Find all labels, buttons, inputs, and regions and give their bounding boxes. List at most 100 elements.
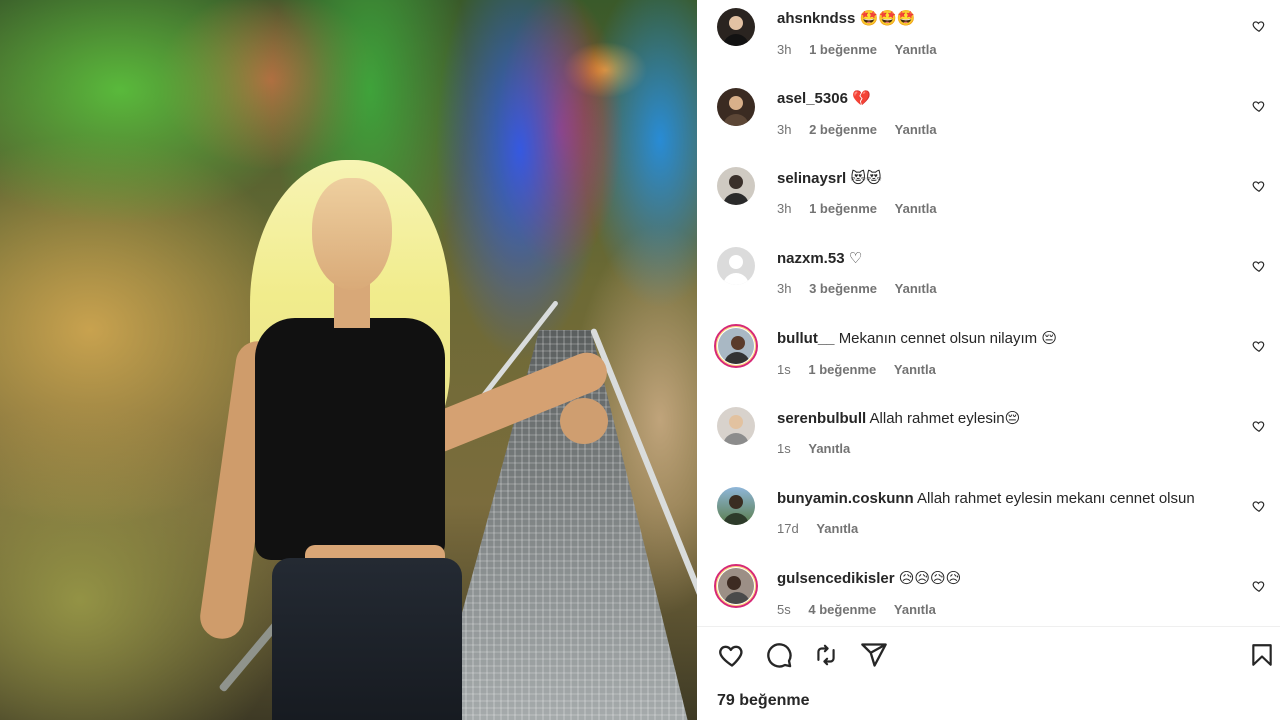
- comment-text: Allah rahmet eylesin: [869, 410, 1005, 427]
- small-heart-icon[interactable]: [1252, 19, 1266, 33]
- comment-meta: 3h 1 beğenme Yanıtla: [777, 42, 951, 58]
- comment-emoji: ♡: [848, 250, 863, 267]
- comment-meta: 1s Yanıtla: [777, 441, 864, 457]
- repost-icon: [817, 644, 835, 666]
- divider: [697, 626, 1280, 627]
- action-bar: [697, 640, 1280, 676]
- comment-item: bunyamin.coskunn Allah rahmet eylesin me…: [697, 480, 1280, 560]
- comment-time: 5s: [777, 602, 791, 617]
- person-jeans: [272, 558, 462, 720]
- repost-button[interactable]: [811, 640, 841, 670]
- avatar[interactable]: [714, 564, 758, 608]
- small-heart-icon[interactable]: [1252, 499, 1266, 513]
- comment-username[interactable]: ahsnkndss: [777, 10, 855, 27]
- small-heart-icon[interactable]: [1252, 339, 1266, 353]
- comment-meta: 3h 2 beğenme Yanıtla: [777, 122, 951, 138]
- comment-emoji: 😻😻: [850, 170, 882, 187]
- avatar[interactable]: [717, 407, 755, 445]
- comment-time: 1s: [777, 441, 791, 456]
- reply-button[interactable]: Yanıtla: [895, 42, 937, 57]
- comment-line: selinaysrl 😻😻: [777, 169, 882, 189]
- likes-count[interactable]: 79 beğenme: [717, 692, 809, 710]
- avatar[interactable]: [717, 167, 755, 205]
- comment-emoji: 😥😥😥😥: [898, 570, 962, 587]
- bookmark-icon: [1252, 644, 1272, 666]
- small-heart-icon[interactable]: [1252, 179, 1266, 193]
- comment-item: selinaysrl 😻😻 3h 1 beğenme Yanıtla: [697, 160, 1280, 240]
- comment-line: bunyamin.coskunn Allah rahmet eylesin me…: [777, 489, 1195, 509]
- reply-button[interactable]: Yanıtla: [895, 201, 937, 216]
- reply-button[interactable]: Yanıtla: [808, 441, 850, 456]
- comment-time: 17d: [777, 521, 799, 536]
- comment-button[interactable]: [764, 640, 794, 670]
- reply-button[interactable]: Yanıtla: [895, 122, 937, 137]
- comment-time: 3h: [777, 281, 792, 296]
- comment-emoji: 😔: [1041, 330, 1057, 347]
- share-button[interactable]: [859, 640, 889, 670]
- comment-likes[interactable]: 2 beğenme: [809, 122, 877, 137]
- comment-username[interactable]: bunyamin.coskunn: [777, 490, 914, 507]
- comment-line: serenbulbull Allah rahmet eylesin😔: [777, 409, 1020, 429]
- comment-time: 1s: [777, 362, 791, 377]
- comment-item: nazxm.53 ♡ 3h 3 beğenme Yanıtla: [697, 240, 1280, 320]
- small-heart-icon[interactable]: [1252, 419, 1266, 433]
- comment-meta: 3h 1 beğenme Yanıtla: [777, 201, 951, 217]
- small-heart-icon[interactable]: [1252, 579, 1266, 593]
- comment-likes[interactable]: 1 beğenme: [808, 362, 876, 377]
- like-button[interactable]: [717, 640, 747, 670]
- avatar[interactable]: [714, 324, 758, 368]
- post-photo[interactable]: [0, 0, 697, 720]
- comment-time: 3h: [777, 201, 792, 216]
- comment-meta: 1s 1 beğenme Yanıtla: [777, 362, 950, 378]
- comment-line: nazxm.53 ♡: [777, 249, 862, 269]
- heart-icon: [719, 645, 743, 667]
- comment-item: ahsnkndss 🤩🤩🤩 3h 1 beğenme Yanıtla: [697, 0, 1280, 80]
- comment-username[interactable]: asel_5306: [777, 90, 848, 107]
- reply-button[interactable]: Yanıtla: [895, 281, 937, 296]
- person-face: [312, 178, 392, 290]
- comment-emoji: 🤩🤩🤩: [859, 10, 916, 27]
- comment-item: serenbulbull Allah rahmet eylesin😔 1s Ya…: [697, 400, 1280, 480]
- reply-button[interactable]: Yanıtla: [894, 602, 936, 617]
- comment-list[interactable]: ahsnkndss 🤩🤩🤩 3h 1 beğenme Yanıtla asel_…: [697, 0, 1280, 626]
- avatar[interactable]: [717, 88, 755, 126]
- small-heart-icon[interactable]: [1252, 99, 1266, 113]
- comment-line: asel_5306 💔: [777, 89, 871, 109]
- avatar[interactable]: [717, 247, 755, 285]
- person-hand: [560, 398, 608, 444]
- comment-line: ahsnkndss 🤩🤩🤩: [777, 9, 916, 29]
- reply-button[interactable]: Yanıtla: [816, 521, 858, 536]
- comment-text: Allah rahmet eylesin mekanı cennet olsun: [917, 490, 1195, 507]
- comment-line: bullut__ Mekanın cennet olsun nilayım 😔: [777, 329, 1057, 349]
- comment-username[interactable]: serenbulbull: [777, 410, 866, 427]
- comment-meta: 3h 3 beğenme Yanıtla: [777, 281, 951, 297]
- comment-likes[interactable]: 1 beğenme: [809, 201, 877, 216]
- comment-line: gulsencedikisler 😥😥😥😥: [777, 569, 961, 589]
- comment-meta: 17d Yanıtla: [777, 521, 872, 537]
- comment-emoji: 😔: [1004, 410, 1021, 427]
- reply-button[interactable]: Yanıtla: [894, 362, 936, 377]
- comment-username[interactable]: nazxm.53: [777, 250, 845, 267]
- comment-text: Mekanın cennet olsun nilayım: [838, 330, 1038, 347]
- comment-meta: 5s 4 beğenme Yanıtla: [777, 602, 950, 618]
- small-heart-icon[interactable]: [1252, 259, 1266, 273]
- avatar[interactable]: [717, 8, 755, 46]
- comment-likes[interactable]: 4 beğenme: [808, 602, 876, 617]
- comment-likes[interactable]: 1 beğenme: [809, 42, 877, 57]
- comment-username[interactable]: selinaysrl: [777, 170, 846, 187]
- comment-username[interactable]: gulsencedikisler: [777, 570, 895, 587]
- share-icon: [861, 643, 887, 667]
- comment-item: gulsencedikisler 😥😥😥😥 5s 4 beğenme Yanıt…: [697, 560, 1280, 626]
- comment-time: 3h: [777, 122, 792, 137]
- comment-icon: [767, 643, 792, 668]
- person-top: [255, 318, 445, 560]
- comments-panel: ahsnkndss 🤩🤩🤩 3h 1 beğenme Yanıtla asel_…: [697, 0, 1280, 720]
- comment-item: bullut__ Mekanın cennet olsun nilayım 😔 …: [697, 320, 1280, 400]
- avatar[interactable]: [717, 487, 755, 525]
- save-button[interactable]: [1247, 640, 1277, 670]
- comment-likes[interactable]: 3 beğenme: [809, 281, 877, 296]
- comment-time: 3h: [777, 42, 792, 57]
- comment-item: asel_5306 💔 3h 2 beğenme Yanıtla: [697, 80, 1280, 160]
- comment-emoji: 💔: [852, 90, 871, 107]
- comment-username[interactable]: bullut__: [777, 330, 835, 347]
